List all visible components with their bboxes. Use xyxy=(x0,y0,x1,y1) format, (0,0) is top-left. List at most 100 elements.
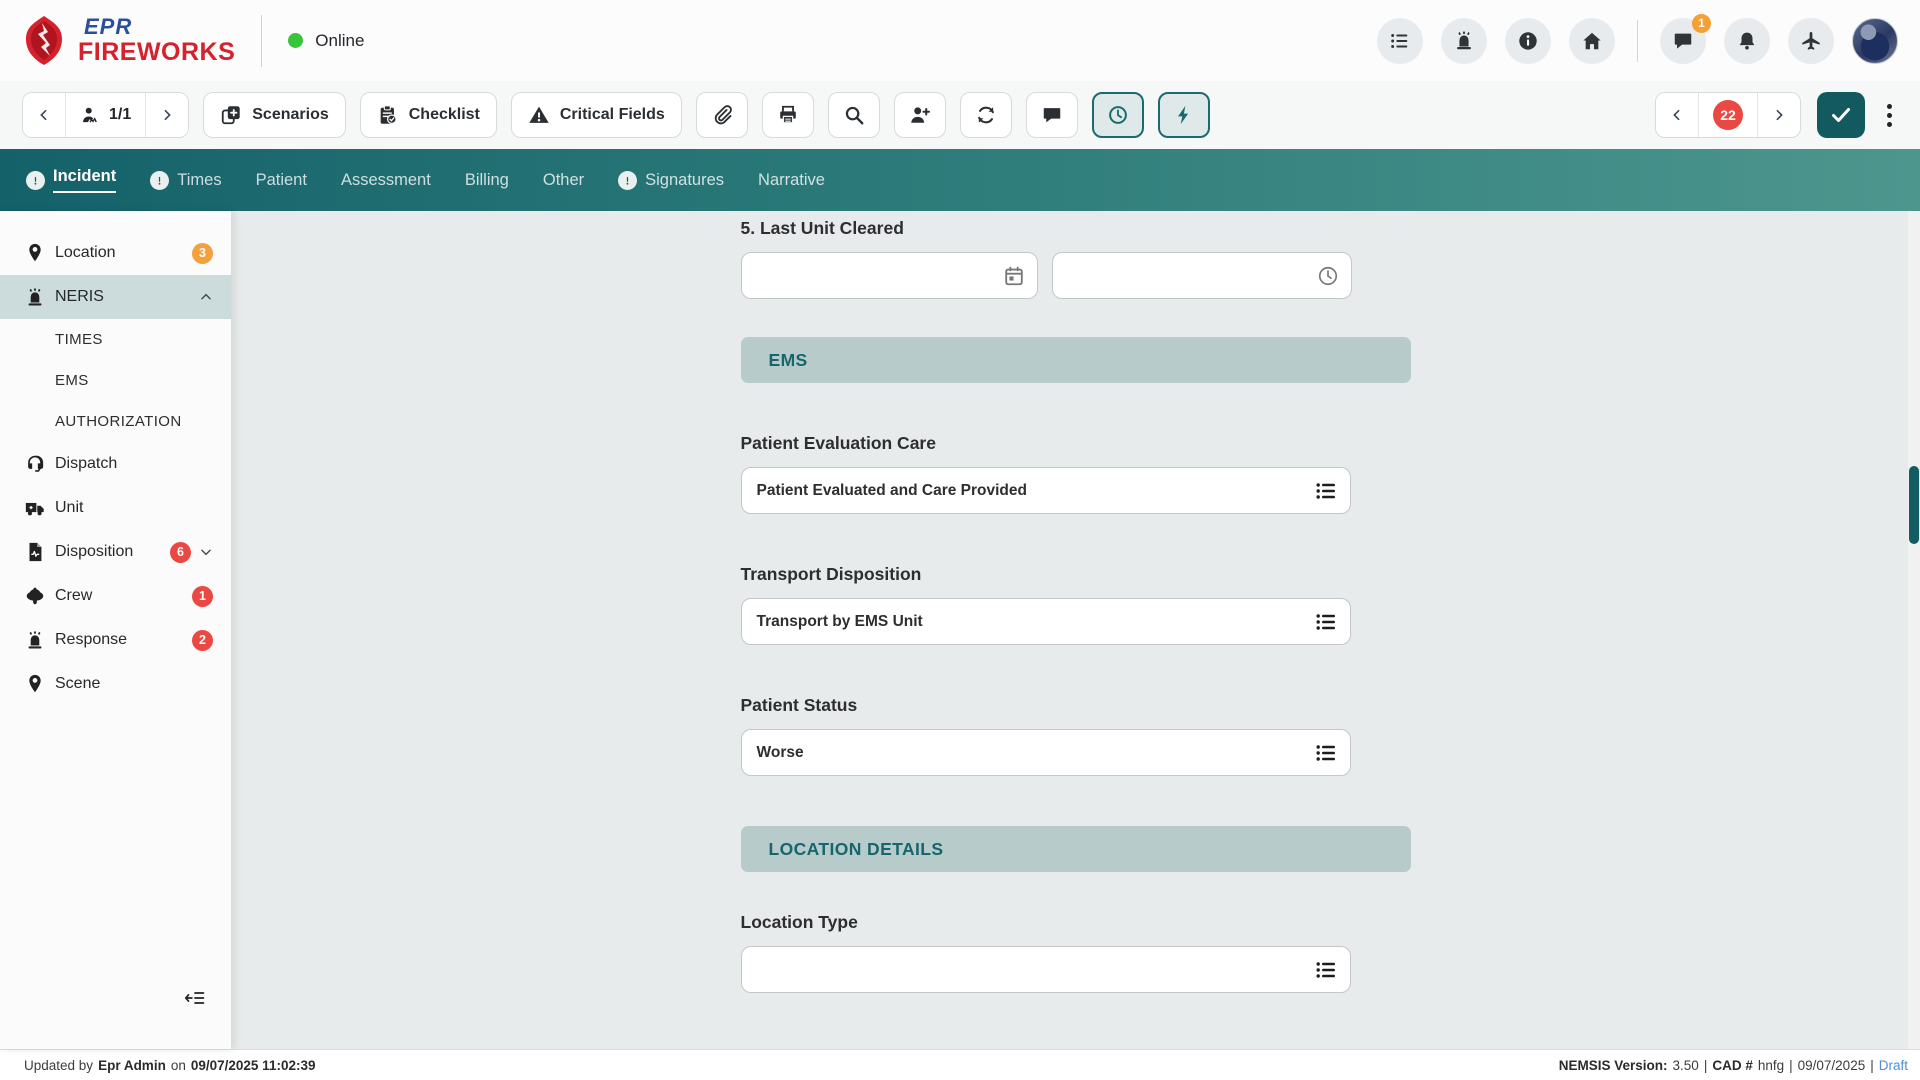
messages-button[interactable]: 1 xyxy=(1660,18,1706,64)
sidebar-badge: 6 xyxy=(170,542,191,563)
scenarios-button[interactable]: Scenarios xyxy=(203,92,345,138)
sidebar-subitem-authorization[interactable]: AUTHORIZATION xyxy=(0,401,231,442)
more-options-button[interactable] xyxy=(1881,98,1898,133)
location-type-select[interactable] xyxy=(741,946,1351,993)
menu-list-button[interactable] xyxy=(1377,18,1423,64)
add-person-button[interactable] xyxy=(894,92,946,138)
record-state-link[interactable]: Draft xyxy=(1879,1058,1908,1073)
header-divider xyxy=(1637,20,1638,62)
separator: | xyxy=(1789,1058,1793,1073)
pager-current[interactable]: 1/1 xyxy=(65,93,146,137)
sidebar-item-unit[interactable]: Unit xyxy=(0,486,231,530)
record-toolbar: 1/1 Scenarios Checklist Critical Fields xyxy=(0,81,1920,149)
tab-signatures[interactable]: Signatures xyxy=(618,149,724,211)
checklist-button[interactable]: Checklist xyxy=(360,92,497,138)
online-status-dot xyxy=(288,33,303,48)
tab-billing[interactable]: Billing xyxy=(465,149,509,211)
alerts-prev-button[interactable] xyxy=(1656,93,1698,137)
validate-save-button[interactable] xyxy=(1817,92,1865,138)
section-header-location-details: LOCATION DETAILS xyxy=(741,826,1411,872)
tab-label: Incident xyxy=(53,167,116,193)
nemsis-version-value: 3.50 xyxy=(1673,1058,1699,1073)
selected-value: Worse xyxy=(757,744,804,762)
sidebar-subitem-times[interactable]: TIMES xyxy=(0,319,231,360)
sidebar-item-label: Response xyxy=(55,631,192,649)
alert-icon xyxy=(150,171,169,190)
sidebar-item-neris[interactable]: NERIS xyxy=(0,275,231,319)
sidebar-item-scene[interactable]: Scene xyxy=(0,662,231,706)
alerts-count-wrap[interactable]: 22 xyxy=(1698,93,1758,137)
chevron-right-icon xyxy=(1771,107,1787,123)
sidebar-badge: 3 xyxy=(192,243,213,264)
app-header: EPR FIREWORKS Online 1 xyxy=(0,0,1920,81)
pager-next-button[interactable] xyxy=(146,93,188,137)
checkmark-icon xyxy=(1829,103,1853,127)
user-avatar[interactable] xyxy=(1852,18,1898,64)
tab-other[interactable]: Other xyxy=(543,149,584,211)
tab-label: Narrative xyxy=(758,171,825,190)
times-quickview-button[interactable] xyxy=(1092,92,1144,138)
form-scroll-area[interactable]: 5. Last Unit Cleared EMS Patient Evaluat… xyxy=(231,211,1920,1049)
field-label-patient-status: Patient Status xyxy=(741,695,1411,716)
attachments-button[interactable] xyxy=(696,92,748,138)
sidebar-item-response[interactable]: Response 2 xyxy=(0,618,231,662)
sidebar-item-label: Location xyxy=(55,244,192,262)
last-unit-cleared-time-input[interactable] xyxy=(1052,252,1352,299)
tab-label: Signatures xyxy=(645,171,724,190)
sidebar-item-dispatch[interactable]: Dispatch xyxy=(0,442,231,486)
alerts-pager: 22 xyxy=(1655,92,1801,138)
list-select-icon xyxy=(1314,958,1338,982)
pager-prev-button[interactable] xyxy=(23,93,65,137)
chevron-left-icon xyxy=(36,107,52,123)
disposition-report-icon xyxy=(24,541,46,563)
comments-button[interactable] xyxy=(1026,92,1078,138)
chevron-up-icon xyxy=(199,290,213,304)
airplane-icon xyxy=(1800,30,1822,52)
siren-icon xyxy=(1453,30,1475,52)
patient-status-select[interactable]: Worse xyxy=(741,729,1351,776)
info-button[interactable] xyxy=(1505,18,1551,64)
tab-incident[interactable]: Incident xyxy=(26,149,116,211)
sync-button[interactable] xyxy=(960,92,1012,138)
tab-times[interactable]: Times xyxy=(150,149,221,211)
status-bar: Updated by Epr Admin on 09/07/2025 11:02… xyxy=(0,1049,1920,1080)
messages-badge: 1 xyxy=(1692,14,1711,33)
sidebar-subitem-ems[interactable]: EMS xyxy=(0,360,231,401)
critical-fields-label: Critical Fields xyxy=(560,106,665,124)
sidebar-item-label: NERIS xyxy=(55,288,191,306)
search-button[interactable] xyxy=(828,92,880,138)
cad-value: hnfg xyxy=(1758,1058,1784,1073)
transport-disposition-select[interactable]: Transport by EMS Unit xyxy=(741,598,1351,645)
last-unit-cleared-date-input[interactable] xyxy=(741,252,1038,299)
updated-user: Epr Admin xyxy=(98,1058,166,1073)
patient-evaluation-care-select[interactable]: Patient Evaluated and Care Provided xyxy=(741,467,1351,514)
patient-icon xyxy=(80,105,101,126)
sidebar-item-label: Dispatch xyxy=(55,455,213,473)
lightning-bolt-icon xyxy=(1173,104,1195,126)
bell-icon xyxy=(1736,30,1758,52)
sidebar-item-crew[interactable]: Crew 1 xyxy=(0,574,231,618)
list-select-icon xyxy=(1314,741,1338,765)
sidebar-item-location[interactable]: Location 3 xyxy=(0,231,231,275)
map-pin-icon xyxy=(24,242,46,264)
quick-actions-button[interactable] xyxy=(1158,92,1210,138)
scrollbar-thumb[interactable] xyxy=(1909,466,1919,544)
tab-narrative[interactable]: Narrative xyxy=(758,149,825,211)
critical-fields-button[interactable]: Critical Fields xyxy=(511,92,682,138)
siren-button[interactable] xyxy=(1441,18,1487,64)
print-button[interactable] xyxy=(762,92,814,138)
alerts-next-button[interactable] xyxy=(1758,93,1800,137)
vertical-scrollbar[interactable] xyxy=(1908,211,1920,1049)
tab-patient[interactable]: Patient xyxy=(256,149,307,211)
sidebar-badge: 2 xyxy=(192,630,213,651)
travel-mode-button[interactable] xyxy=(1788,18,1834,64)
sidebar-item-disposition[interactable]: Disposition 6 xyxy=(0,530,231,574)
record-meta-info: NEMSIS Version: 3.50 | CAD # hnfg | 09/0… xyxy=(1559,1058,1908,1073)
app-logo[interactable]: EPR FIREWORKS xyxy=(22,15,235,67)
tab-assessment[interactable]: Assessment xyxy=(341,149,431,211)
sidebar-collapse-button[interactable] xyxy=(185,990,205,1011)
home-button[interactable] xyxy=(1569,18,1615,64)
person-add-icon xyxy=(909,104,931,126)
sidebar-item-label: Unit xyxy=(55,499,213,517)
notifications-button[interactable] xyxy=(1724,18,1770,64)
